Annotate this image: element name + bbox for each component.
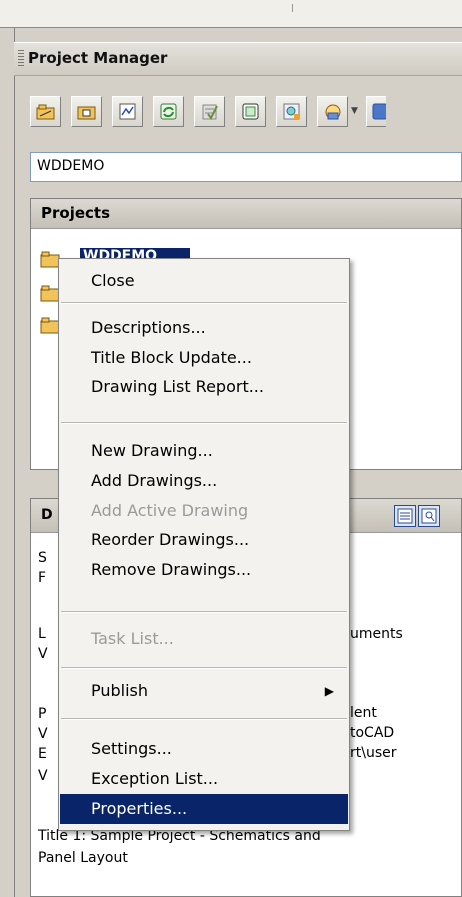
preview-view-icon	[421, 508, 437, 524]
panel-grip-handle[interactable]	[18, 50, 24, 68]
top-strip	[0, 0, 462, 28]
project-properties-icon	[242, 103, 259, 120]
plot-dropdown-arrow[interactable]: ▼	[351, 106, 361, 118]
submenu-arrow-icon: ▶	[324, 684, 334, 698]
menu-separator	[61, 718, 347, 720]
menu-item-descriptions[interactable]: Descriptions...	[60, 313, 348, 343]
open-project-icon	[36, 104, 55, 120]
refresh-icon	[160, 103, 177, 120]
drawing-properties-icon	[283, 103, 300, 120]
new-drawing-icon	[119, 103, 136, 120]
menu-item-exception-list[interactable]: Exception List...	[60, 764, 348, 794]
new-project-button[interactable]	[71, 96, 102, 127]
menu-item-properties[interactable]: Properties...	[60, 794, 348, 824]
drawing-properties-button[interactable]	[276, 96, 307, 127]
preview-view-button[interactable]	[418, 505, 440, 527]
details-right-text: rt\user	[350, 745, 397, 761]
context-menu: Close Descriptions... Title Block Update…	[58, 258, 350, 831]
menu-separator	[61, 611, 347, 613]
details-title-line: Panel Layout	[38, 850, 128, 866]
details-line: V	[38, 768, 48, 784]
plot-project-button[interactable]	[317, 96, 348, 127]
menu-item-add-drawings[interactable]: Add Drawings...	[60, 466, 348, 496]
list-view-button[interactable]	[394, 505, 416, 527]
menu-item-label: Reorder Drawings...	[91, 530, 250, 549]
task-list-button[interactable]	[194, 96, 225, 127]
details-right-text: uments	[350, 626, 403, 642]
menu-item-label: Properties...	[91, 799, 188, 818]
menu-item-label: Remove Drawings...	[91, 560, 252, 579]
menu-item-label: Task List...	[91, 629, 174, 648]
menu-item-label: Publish	[91, 681, 149, 700]
menu-item-label: Add Active Drawing	[91, 501, 249, 520]
menu-item-label: Descriptions...	[91, 318, 206, 337]
help-icon	[372, 103, 386, 120]
menu-separator	[61, 667, 347, 669]
new-project-icon	[77, 106, 96, 120]
projects-header: Projects	[31, 199, 461, 229]
help-button[interactable]	[366, 96, 386, 127]
menu-item-label: Settings...	[91, 739, 172, 758]
menu-item-remove-drawings[interactable]: Remove Drawings...	[60, 555, 348, 585]
menu-separator	[61, 302, 347, 304]
menu-item-new-drawing[interactable]: New Drawing...	[60, 436, 348, 466]
new-drawing-button[interactable]	[112, 96, 143, 127]
menu-item-label: Exception List...	[91, 769, 219, 788]
menu-item-drawing-list-report[interactable]: Drawing List Report...	[60, 372, 348, 402]
menu-item-reorder-drawings[interactable]: Reorder Drawings...	[60, 525, 348, 555]
details-right-text: toCAD	[350, 725, 395, 741]
details-line: V	[38, 646, 48, 662]
project-selector-field[interactable]: WDDEMO	[30, 152, 462, 182]
menu-item-task-list: Task List...	[60, 624, 348, 654]
details-line: L	[38, 626, 46, 642]
menu-item-label: Add Drawings...	[91, 471, 218, 490]
menu-item-title-block-update[interactable]: Title Block Update...	[60, 343, 348, 373]
menu-item-close[interactable]: Close	[60, 266, 348, 296]
details-line: V	[38, 726, 48, 742]
menu-item-label: Drawing List Report...	[91, 377, 264, 396]
project-properties-button[interactable]	[235, 96, 266, 127]
menu-item-publish[interactable]: Publish ▶	[60, 676, 348, 706]
menu-item-label: Close	[91, 271, 135, 290]
details-line: S	[38, 550, 47, 566]
menu-item-label: New Drawing...	[91, 441, 213, 460]
strip-divider	[292, 4, 293, 12]
menu-separator	[61, 422, 347, 424]
details-right-text: lent	[350, 705, 377, 721]
details-line: E	[38, 746, 47, 762]
menu-item-label: Title Block Update...	[91, 348, 252, 367]
list-view-icon	[397, 508, 413, 524]
details-line: F	[38, 570, 47, 586]
menu-item-settings[interactable]: Settings...	[60, 734, 348, 764]
plot-project-icon	[325, 104, 341, 120]
open-project-button[interactable]	[30, 96, 61, 127]
project-task-list-icon	[202, 104, 218, 120]
details-line: P	[38, 706, 47, 722]
refresh-button[interactable]	[153, 96, 184, 127]
menu-item-add-active-drawing: Add Active Drawing	[60, 496, 348, 526]
panel-title: Project Manager	[28, 49, 168, 67]
